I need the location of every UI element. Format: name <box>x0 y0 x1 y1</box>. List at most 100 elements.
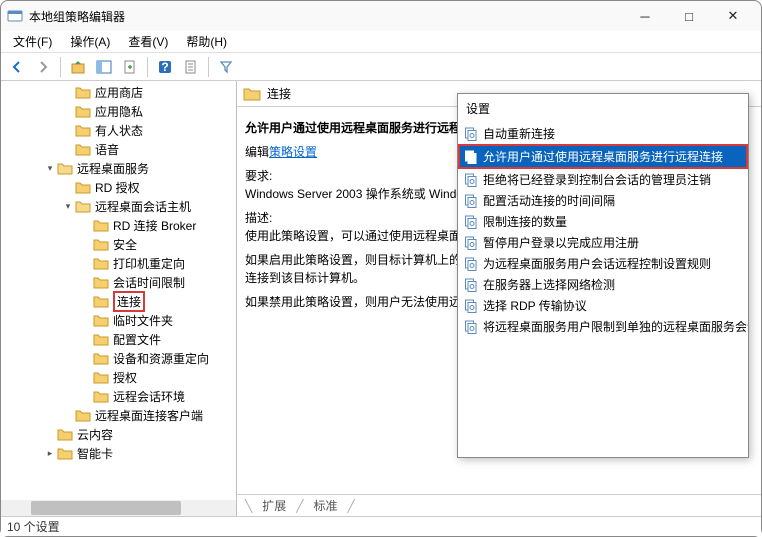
requirements-label: 要求: <box>245 169 272 183</box>
setting-item[interactable]: 限制连接的数量 <box>458 211 748 232</box>
setting-item-label: 选择 RDP 传输协议 <box>483 297 587 314</box>
setting-item[interactable]: 配置活动连接的时间间隔 <box>458 190 748 211</box>
tree-item[interactable]: 打印机重定向 <box>1 254 236 273</box>
setting-item[interactable]: 将远程桌面服务用户限制到单独的远程桌面服务会话 <box>458 316 748 337</box>
setting-item[interactable]: 允许用户通过使用远程桌面服务进行远程连接 <box>458 144 748 169</box>
expander-icon[interactable]: ▸ <box>43 447 57 461</box>
folder-icon <box>57 447 73 460</box>
up-button[interactable] <box>66 55 90 79</box>
tree-item[interactable]: 授权 <box>1 368 236 387</box>
tree-item-label: 远程桌面服务 <box>77 160 155 177</box>
expander-spacer <box>79 257 93 271</box>
popup-header: 设置 <box>458 94 748 123</box>
maximize-button[interactable]: □ <box>667 1 711 31</box>
tree-item-label: 远程桌面连接客户端 <box>95 407 209 424</box>
forward-button[interactable] <box>31 55 55 79</box>
setting-item-label: 自动重新连接 <box>483 125 555 142</box>
tree-item-label: 远程会话环境 <box>113 388 191 405</box>
popup-empty-space <box>458 337 748 457</box>
tree-pane[interactable]: 应用商店应用隐私有人状态语音 ▾ 远程桌面服务RD 授权▾远程桌面会话主机RD 连接… <box>1 81 237 516</box>
properties-button[interactable] <box>179 55 203 79</box>
folder-icon <box>93 314 109 327</box>
expander-spacer <box>79 371 93 385</box>
expander-icon[interactable]: ▾ <box>61 200 75 214</box>
tree-item[interactable]: RD 授权 <box>1 178 236 197</box>
tree-item[interactable]: 临时文件夹 <box>1 311 236 330</box>
tree-item[interactable]: 应用隐私 <box>1 102 236 121</box>
expander-spacer <box>79 238 93 252</box>
close-button[interactable]: ✕ <box>711 1 755 31</box>
tree-item[interactable]: 应用商店 <box>1 83 236 102</box>
setting-item[interactable]: 选择 RDP 传输协议 <box>458 295 748 316</box>
setting-item-label: 将远程桌面服务用户限制到单独的远程桌面服务会话 <box>483 318 748 335</box>
setting-icon <box>464 150 478 164</box>
setting-item[interactable]: 自动重新连接 <box>458 123 748 144</box>
svg-text:?: ? <box>161 60 168 74</box>
setting-item[interactable]: 暂停用户登录以完成应用注册 <box>458 232 748 253</box>
back-button[interactable] <box>5 55 29 79</box>
tree-item[interactable]: 有人状态 <box>1 121 236 140</box>
tree-item[interactable]: 会话时间限制 <box>1 273 236 292</box>
expander-icon[interactable]: ▾ <box>43 162 57 176</box>
setting-icon <box>464 173 478 187</box>
menu-file[interactable]: 文件(F) <box>5 31 60 52</box>
toolbar-separator <box>60 57 61 77</box>
tree-item-label: 应用隐私 <box>95 103 149 120</box>
help-button[interactable]: ? <box>153 55 177 79</box>
tree-item[interactable]: ▾远程桌面会话主机 <box>1 197 236 216</box>
tree-item[interactable]: ▾ 远程桌面服务 <box>1 159 236 178</box>
expander-spacer <box>61 86 75 100</box>
tree-item[interactable]: 远程会话环境 <box>1 387 236 406</box>
setting-icon <box>464 278 478 292</box>
expander-spacer <box>79 295 93 309</box>
export-button[interactable] <box>118 55 142 79</box>
tree-item-label: 配置文件 <box>113 331 167 348</box>
setting-item-label: 为远程桌面服务用户会话远程控制设置规则 <box>483 255 711 272</box>
folder-icon <box>93 238 109 251</box>
tree-item[interactable]: 连接 <box>1 292 236 311</box>
tab-connector: ╱ <box>348 499 355 513</box>
menu-view[interactable]: 查看(V) <box>120 31 176 52</box>
setting-item[interactable]: 拒绝将已经登录到控制台会话的管理员注销 <box>458 169 748 190</box>
tab-extended[interactable]: 扩展 <box>256 495 292 516</box>
folder-icon <box>93 219 109 232</box>
folder-icon <box>93 295 109 308</box>
tree-item[interactable]: 远程桌面连接客户端 <box>1 406 236 425</box>
menu-help[interactable]: 帮助(H) <box>178 31 235 52</box>
menubar: 文件(F) 操作(A) 查看(V) 帮助(H) <box>1 31 761 53</box>
window: 本地组策略编辑器 ─ □ ✕ 文件(F) 操作(A) 查看(V) 帮助(H) ?… <box>0 0 762 537</box>
tree-item[interactable]: 安全 <box>1 235 236 254</box>
scrollbar-thumb[interactable] <box>31 501 181 515</box>
tree-item[interactable]: ▸智能卡 <box>1 444 236 463</box>
h-scrollbar[interactable] <box>1 500 236 516</box>
toolbar-separator <box>147 57 148 77</box>
tree-item[interactable]: 语音 <box>1 140 236 159</box>
tree-item[interactable]: 设备和资源重定向 <box>1 349 236 368</box>
folder-icon <box>93 371 109 384</box>
tree-item-label: 授权 <box>113 369 143 386</box>
tab-standard[interactable]: 标准 <box>307 495 343 516</box>
tree-item-label: 设备和资源重定向 <box>113 350 215 367</box>
menu-action[interactable]: 操作(A) <box>62 31 118 52</box>
tree-item[interactable]: 云内容 <box>1 425 236 444</box>
tree-item[interactable]: 配置文件 <box>1 330 236 349</box>
setting-item[interactable]: 在服务器上选择网络检测 <box>458 274 748 295</box>
tree-item-label: 连接 <box>113 291 145 312</box>
tree-item[interactable]: RD 连接 Broker <box>1 216 236 235</box>
setting-item[interactable]: 为远程桌面服务用户会话远程控制设置规则 <box>458 253 748 274</box>
titlebar: 本地组策略编辑器 ─ □ ✕ <box>1 1 761 31</box>
show-hide-tree-button[interactable] <box>92 55 116 79</box>
folder-icon <box>93 276 109 289</box>
filter-button[interactable] <box>214 55 238 79</box>
minimize-button[interactable]: ─ <box>623 1 667 31</box>
edit-prefix: 编辑 <box>245 145 269 159</box>
settings-popup: 设置 自动重新连接允许用户通过使用远程桌面服务进行远程连接拒绝将已经登录到控制台… <box>457 93 749 458</box>
expander-spacer <box>61 105 75 119</box>
window-title: 本地组策略编辑器 <box>29 8 623 25</box>
folder-icon <box>57 162 73 175</box>
edit-policy-link[interactable]: 策略设置 <box>269 145 317 159</box>
setting-icon <box>464 320 478 334</box>
folder-icon <box>93 257 109 270</box>
folder-icon <box>243 87 261 101</box>
folder-icon <box>75 143 91 156</box>
